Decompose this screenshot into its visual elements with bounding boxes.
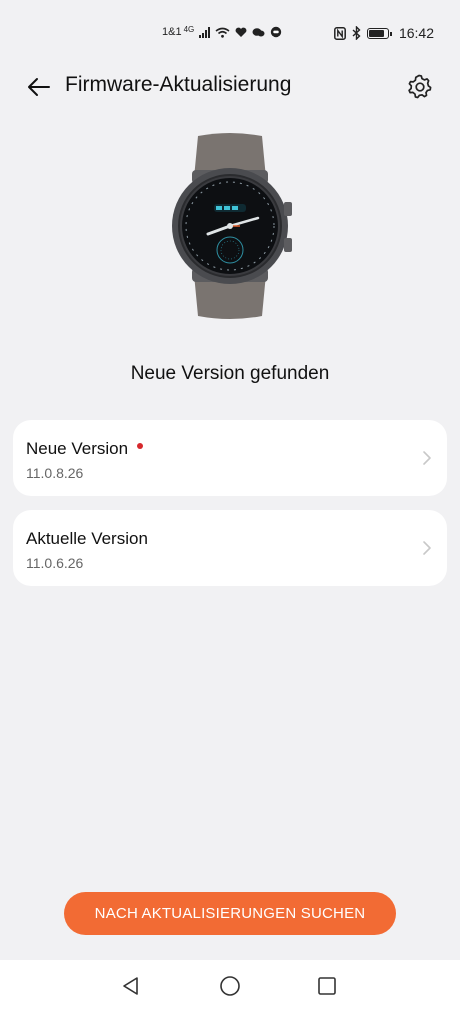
wifi-icon [215, 27, 230, 38]
smartwatch-image [160, 130, 300, 322]
battery-icon [366, 27, 392, 39]
message-icon [271, 26, 282, 38]
carrier-label: 1&1 [162, 26, 182, 38]
new-version-label: Neue Version [26, 439, 129, 458]
gear-icon [408, 74, 432, 99]
new-indicator-dot [137, 443, 144, 449]
nav-recents-button[interactable] [314, 973, 340, 999]
current-version-label-row: Aktuelle Version [26, 529, 148, 549]
current-version-number: 11.0.6.26 [26, 555, 84, 571]
signal-icon [199, 26, 211, 38]
system-nav-bar [0, 960, 460, 1011]
app-header: Firmware-Aktualisierung [0, 64, 460, 108]
current-version-card[interactable]: Aktuelle Version 11.0.6.26 [13, 510, 447, 586]
update-status-message: Neue Version gefunden [130, 363, 330, 384]
status-bar-right: 16:42 [334, 25, 434, 41]
nfc-icon [334, 26, 346, 40]
arrow-left-icon [28, 78, 50, 96]
nav-home-button[interactable] [217, 973, 243, 999]
triangle-back-icon [123, 977, 138, 995]
status-bar-left: 1&1 4G [162, 24, 282, 38]
page-title: Firmware-Aktualisierung [65, 73, 292, 96]
status-bar: 1&1 4G 16:42 [0, 0, 460, 64]
settings-button[interactable] [402, 69, 436, 103]
chat-icon [252, 27, 265, 36]
clock: 16:42 [398, 25, 434, 41]
check-updates-button[interactable]: NACH AKTUALISIERUNGEN SUCHEN [64, 892, 396, 935]
nav-back-button[interactable] [118, 973, 144, 999]
chevron-right-icon [423, 451, 431, 465]
back-button[interactable] [22, 70, 56, 104]
square-recents-icon [318, 977, 336, 995]
current-version-label: Aktuelle Version [26, 529, 148, 548]
network-type: 4G [183, 24, 195, 34]
bluetooth-icon [352, 26, 361, 40]
new-version-card[interactable]: Neue Version 11.0.8.26 [13, 420, 447, 496]
circle-home-icon [220, 976, 240, 996]
new-version-number: 11.0.8.26 [26, 465, 84, 481]
chevron-right-icon [423, 541, 431, 555]
heart-icon [235, 27, 247, 37]
new-version-label-row: Neue Version [26, 439, 144, 459]
